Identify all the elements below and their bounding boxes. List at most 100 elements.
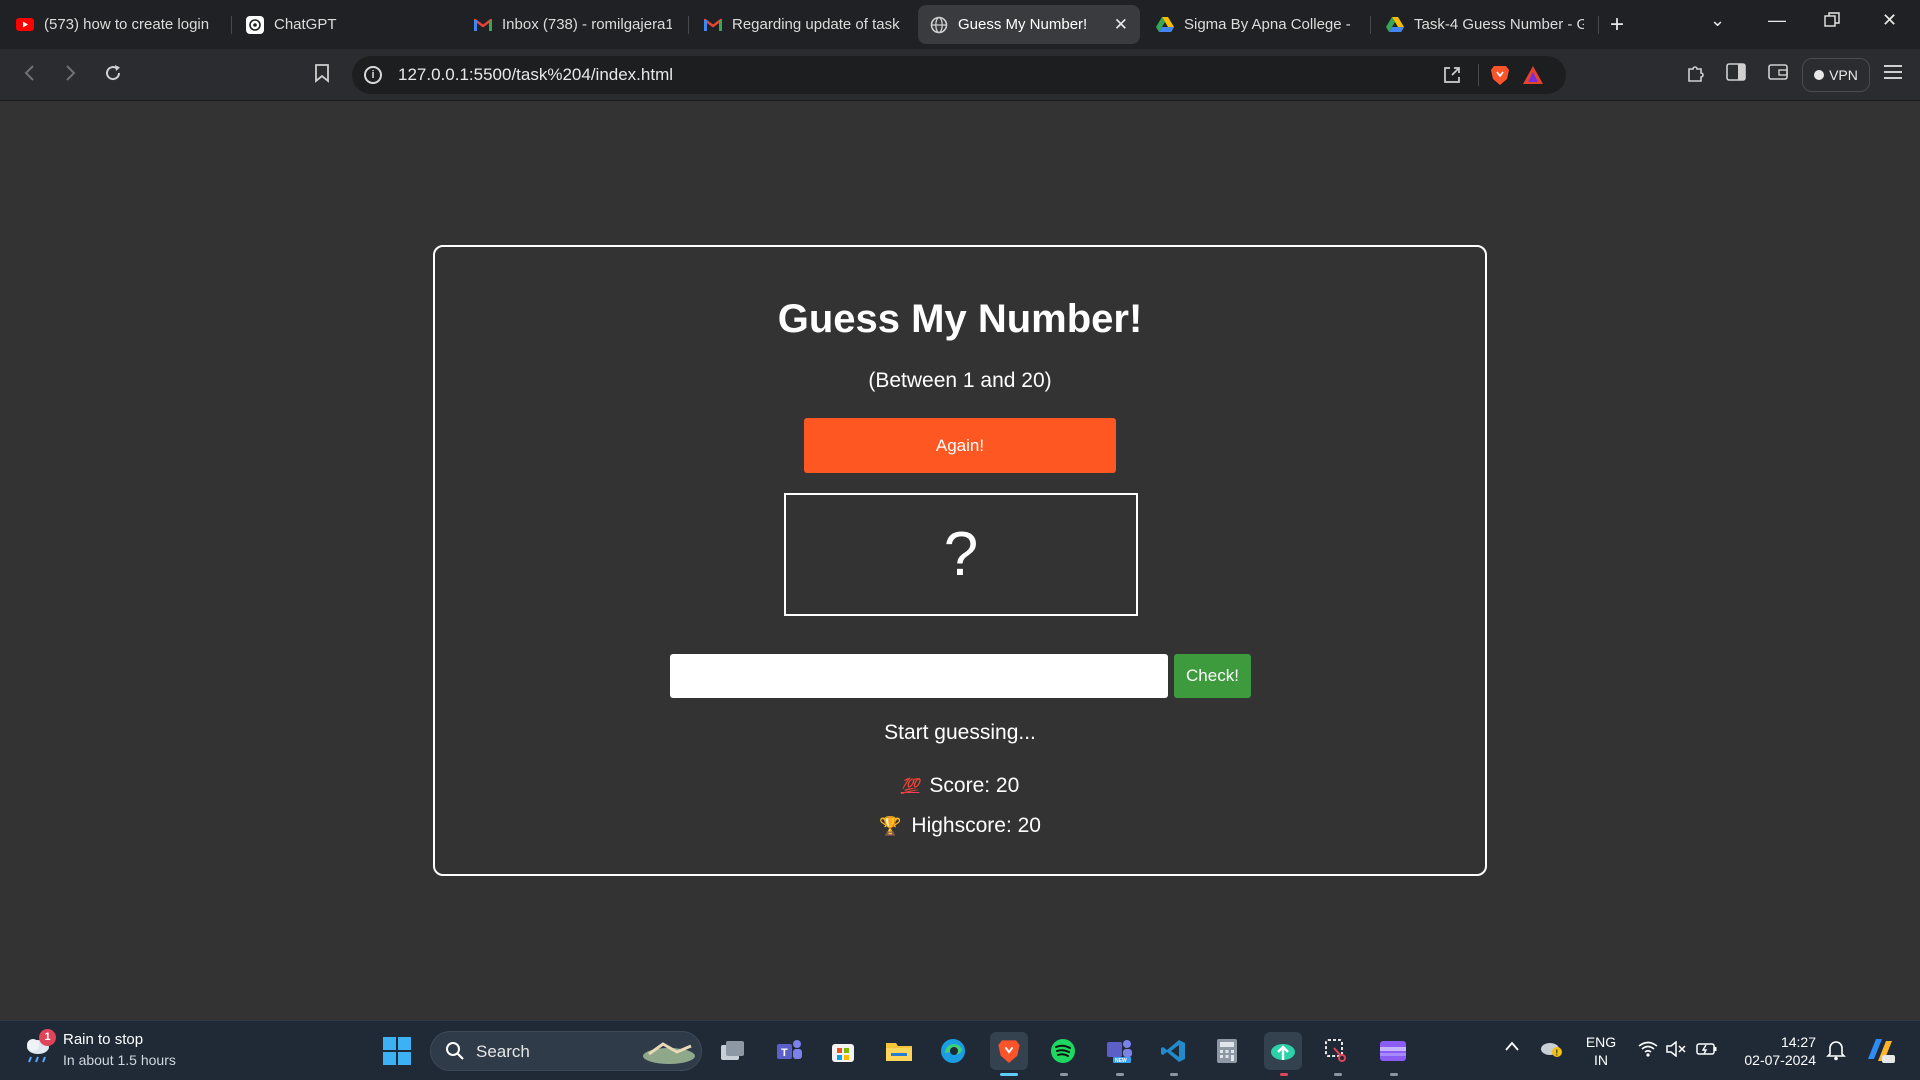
check-button[interactable]: Check! (1174, 654, 1251, 698)
secret-number-box: ? (784, 493, 1138, 616)
again-button[interactable]: Again! (804, 418, 1116, 473)
site-info-icon[interactable]: i (364, 66, 382, 84)
score-label: Score: 20 (929, 774, 1020, 797)
windows-taskbar: 1 Rain to stop In about 1.5 hours Search… (0, 1020, 1920, 1080)
clock[interactable]: 14:27 02-07-2024 (1734, 1033, 1816, 1069)
snipping-tool-icon[interactable] (1318, 1032, 1356, 1070)
upload-sync-icon[interactable] (1264, 1032, 1302, 1070)
running-indicator (1390, 1073, 1398, 1076)
onedrive-warning-icon[interactable]: ! (1540, 1039, 1564, 1064)
running-indicator (1116, 1073, 1124, 1076)
weather-subtitle: In about 1.5 hours (63, 1052, 176, 1068)
edge-icon[interactable] (934, 1032, 972, 1070)
sidebar-icon[interactable] (1726, 63, 1746, 87)
clipchamp-icon[interactable] (1374, 1032, 1412, 1070)
tab-task4[interactable]: Task-4 Guess Number - G (1374, 5, 1596, 44)
brave-rewards-icon[interactable] (1522, 65, 1544, 90)
extensions-icon[interactable] (1686, 63, 1706, 89)
globe-icon (930, 16, 948, 34)
gmail-icon (474, 16, 492, 34)
task-view-icon[interactable] (714, 1032, 752, 1070)
volume-muted-icon[interactable] (1666, 1040, 1686, 1062)
running-indicator (1334, 1073, 1342, 1076)
battery-charging-icon[interactable] (1696, 1041, 1718, 1062)
tab-gmail-inbox[interactable]: Inbox (738) - romilgajera1 (462, 5, 684, 44)
page-title: Guess My Number! (777, 297, 1143, 341)
taskbar-search[interactable]: Search (430, 1031, 702, 1071)
trophy-icon: 🏆 (879, 815, 902, 836)
tab-list-chevron-icon[interactable]: ⌄ (1710, 10, 1725, 31)
forward-icon[interactable] (60, 63, 80, 89)
share-icon[interactable] (1442, 65, 1462, 90)
new-tab-button[interactable]: + (1610, 11, 1624, 39)
show-hidden-icons-chevron-icon[interactable] (1504, 1039, 1520, 1057)
tab-title: Guess My Number! (958, 16, 1088, 33)
teams-new-icon[interactable]: NEW (1100, 1032, 1138, 1070)
vpn-status-icon (1814, 70, 1825, 80)
language-indicator[interactable]: ENG IN (1584, 1033, 1618, 1069)
tab-title: Regarding update of task (732, 16, 900, 33)
guess-input[interactable] (670, 654, 1168, 698)
tab-title: ChatGPT (274, 16, 337, 33)
omnibox-divider (1478, 64, 1479, 86)
brave-shields-icon[interactable] (1490, 64, 1510, 91)
svg-text:NEW: NEW (1115, 1058, 1127, 1064)
close-tab-icon[interactable]: ✕ (1114, 15, 1128, 35)
google-drive-icon (1386, 16, 1404, 34)
svg-text:T: T (781, 1047, 788, 1059)
google-drive-icon (1156, 16, 1174, 34)
highscore-row: 🏆 Highscore: 20 (435, 814, 1485, 838)
notifications-bell-icon[interactable] (1826, 1039, 1846, 1066)
address-bar[interactable]: i 127.0.0.1:5500/task%204/index.html (352, 56, 1566, 94)
url-text: 127.0.0.1:5500/task%204/index.html (398, 65, 674, 84)
file-explorer-icon[interactable] (880, 1032, 918, 1070)
menu-icon[interactable] (1883, 63, 1903, 86)
tab-title: Sigma By Apna College - ( (1184, 16, 1354, 33)
tab-gmail-update[interactable]: Regarding update of task (692, 5, 914, 44)
tab-guess-my-number[interactable]: Guess My Number! ✕ (918, 5, 1140, 44)
tab-title: Task-4 Guess Number - G (1414, 16, 1584, 33)
hundred-points-icon: 💯 (900, 778, 920, 795)
secret-number: ? (943, 520, 979, 589)
restore-icon[interactable] (1824, 12, 1840, 33)
language-top: ENG (1585, 1034, 1617, 1050)
tab-separator (1598, 16, 1599, 34)
search-highlight-art-icon (643, 1042, 695, 1064)
windows-start-icon[interactable] (383, 1037, 411, 1065)
tab-youtube[interactable]: (573) how to create login (4, 5, 228, 44)
tab-chatgpt[interactable]: ChatGPT (234, 5, 458, 44)
tab-title: (573) how to create login (44, 16, 210, 33)
range-text: (Between 1 and 20) (868, 369, 1052, 392)
svg-text:!: ! (1556, 1049, 1559, 1058)
tab-sigma[interactable]: Sigma By Apna College - ( (1144, 5, 1366, 44)
wifi-icon[interactable] (1638, 1041, 1658, 1062)
brave-taskbar-icon[interactable] (990, 1032, 1028, 1070)
search-label: Search (476, 1042, 530, 1061)
running-indicator (1170, 1073, 1178, 1076)
vscode-icon[interactable] (1154, 1032, 1192, 1070)
minimize-icon[interactable]: — (1768, 10, 1786, 31)
microsoft-store-icon[interactable] (824, 1032, 862, 1070)
language-bottom: IN (1594, 1052, 1608, 1068)
tab-separator (231, 16, 232, 34)
calculator-icon[interactable] (1208, 1032, 1246, 1070)
vpn-button[interactable]: VPN (1802, 58, 1870, 92)
reload-icon[interactable] (103, 63, 123, 89)
close-window-icon[interactable]: ✕ (1882, 10, 1897, 31)
spotify-icon[interactable] (1044, 1032, 1082, 1070)
tab-separator (688, 16, 689, 34)
clock-time: 14:27 (1780, 1034, 1816, 1050)
back-icon[interactable] (20, 63, 40, 89)
youtube-icon (16, 16, 34, 34)
search-icon (446, 1042, 464, 1060)
wallet-icon[interactable] (1768, 63, 1788, 87)
tab-separator (1370, 16, 1371, 34)
gmail-icon (704, 16, 722, 34)
highscore-label: Highscore: 20 (911, 814, 1041, 837)
clock-date: 02-07-2024 (1744, 1052, 1816, 1068)
score-row: 💯 Score: 20 (435, 774, 1485, 798)
teams-icon[interactable]: T (770, 1032, 808, 1070)
bookmark-icon[interactable] (313, 63, 331, 89)
copilot-icon[interactable] (1864, 1035, 1896, 1070)
notification-badge: 1 (39, 1029, 56, 1046)
